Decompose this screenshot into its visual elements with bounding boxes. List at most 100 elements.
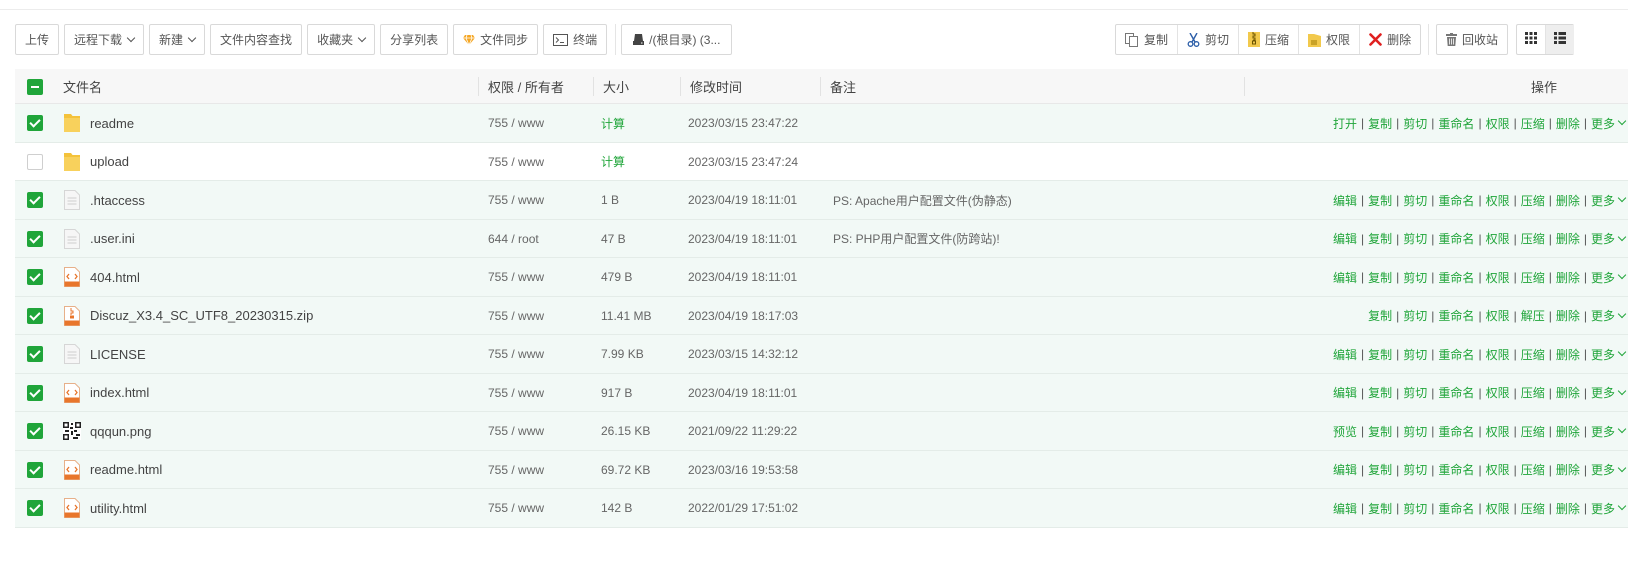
- favorites-button[interactable]: 收藏夹: [307, 24, 376, 55]
- row-checkbox[interactable]: [27, 153, 43, 170]
- action-permission[interactable]: 权限: [1486, 346, 1510, 363]
- action-rename[interactable]: 重命名: [1438, 192, 1474, 209]
- file-permission[interactable]: 755 / www: [488, 451, 544, 489]
- col-perm[interactable]: 权限 / 所有者: [488, 69, 564, 104]
- action-rename[interactable]: 重命名: [1438, 115, 1474, 132]
- action-copy[interactable]: 复制: [1368, 192, 1392, 209]
- table-row[interactable]: qqqun.png 755 / www 26.15 KB 2021/09/22 11:…: [15, 412, 1628, 451]
- action-rename[interactable]: 重命名: [1438, 230, 1474, 247]
- action-delete[interactable]: 删除: [1556, 461, 1580, 478]
- file-sync-button[interactable]: 文件同步: [453, 24, 539, 55]
- table-row[interactable]: utility.html 755 / www 142 B 2022/01/29 17:…: [15, 489, 1628, 528]
- action-compress[interactable]: 压缩: [1521, 346, 1545, 363]
- batch-delete-button[interactable]: 删除: [1360, 25, 1420, 54]
- col-mtime[interactable]: 修改时间: [690, 69, 742, 104]
- action-permission[interactable]: 权限: [1486, 115, 1510, 132]
- action-cut[interactable]: 剪切: [1403, 192, 1427, 209]
- file-name-cell[interactable]: readme: [63, 104, 134, 142]
- file-permission[interactable]: 755 / www: [488, 412, 544, 450]
- action-more[interactable]: 更多: [1591, 269, 1615, 286]
- action-compress[interactable]: 压缩: [1521, 192, 1545, 209]
- remote-download-button[interactable]: 远程下载: [64, 24, 145, 55]
- action-copy[interactable]: 复制: [1368, 230, 1392, 247]
- action-copy[interactable]: 复制: [1368, 384, 1392, 401]
- action-rename[interactable]: 重命名: [1438, 307, 1474, 324]
- action-delete[interactable]: 删除: [1556, 307, 1580, 324]
- action-open[interactable]: 打开: [1333, 115, 1357, 132]
- action-copy[interactable]: 复制: [1368, 115, 1392, 132]
- file-permission[interactable]: 755 / www: [488, 104, 544, 142]
- share-list-button[interactable]: 分享列表: [380, 24, 449, 55]
- action-delete[interactable]: 删除: [1556, 423, 1580, 440]
- action-permission[interactable]: 权限: [1486, 230, 1510, 247]
- file-name[interactable]: .user.ini: [90, 231, 135, 246]
- file-name-cell[interactable]: LICENSE: [63, 335, 146, 373]
- file-permission[interactable]: 755 / www: [488, 297, 544, 335]
- action-permission[interactable]: 权限: [1486, 500, 1510, 517]
- new-button[interactable]: 新建: [149, 24, 206, 55]
- file-permission[interactable]: 644 / root: [488, 220, 539, 258]
- action-copy[interactable]: 复制: [1368, 423, 1392, 440]
- action-more[interactable]: 更多: [1591, 500, 1615, 517]
- table-row[interactable]: readme 755 / www 计算 2023/03/15 23:47:22 打开 | 复…: [15, 104, 1628, 143]
- action-cut[interactable]: 剪切: [1403, 269, 1427, 286]
- action-permission[interactable]: 权限: [1486, 192, 1510, 209]
- action-cut[interactable]: 剪切: [1403, 423, 1427, 440]
- file-name[interactable]: LICENSE: [90, 347, 146, 362]
- file-name[interactable]: readme: [90, 116, 134, 131]
- row-checkbox[interactable]: [27, 115, 43, 131]
- action-copy[interactable]: 复制: [1368, 307, 1392, 324]
- action-edit[interactable]: 编辑: [1333, 461, 1357, 478]
- action-delete[interactable]: 删除: [1556, 230, 1580, 247]
- action-rename[interactable]: 重命名: [1438, 423, 1474, 440]
- action-cut[interactable]: 剪切: [1403, 230, 1427, 247]
- action-extract[interactable]: 解压: [1521, 307, 1545, 324]
- batch-permission-button[interactable]: 权限: [1299, 25, 1361, 54]
- action-delete[interactable]: 删除: [1556, 269, 1580, 286]
- grid-view-button[interactable]: [1517, 25, 1546, 54]
- content-search-button[interactable]: 文件内容查找: [210, 24, 303, 55]
- action-edit[interactable]: 编辑: [1333, 230, 1357, 247]
- action-compress[interactable]: 压缩: [1521, 230, 1545, 247]
- action-rename[interactable]: 重命名: [1438, 384, 1474, 401]
- row-checkbox[interactable]: [27, 384, 43, 401]
- action-compress[interactable]: 压缩: [1521, 115, 1545, 132]
- action-cut[interactable]: 剪切: [1403, 307, 1427, 324]
- table-row[interactable]: .htaccess 755 / www 1 B 2023/04/19 18:11:01…: [15, 181, 1628, 220]
- file-permission[interactable]: 755 / www: [488, 181, 544, 219]
- file-name[interactable]: index.html: [90, 385, 149, 400]
- action-compress[interactable]: 压缩: [1521, 461, 1545, 478]
- file-permission[interactable]: 755 / www: [488, 489, 544, 527]
- action-compress[interactable]: 压缩: [1521, 269, 1545, 286]
- table-row[interactable]: readme.html 755 / www 69.72 KB 2023/03/16 1…: [15, 450, 1628, 489]
- file-permission[interactable]: 755 / www: [488, 374, 544, 412]
- file-permission[interactable]: 755 / www: [488, 335, 544, 373]
- file-name[interactable]: 404.html: [90, 270, 140, 285]
- action-compress[interactable]: 压缩: [1521, 384, 1545, 401]
- batch-compress-button[interactable]: 压缩: [1239, 25, 1300, 54]
- action-permission[interactable]: 权限: [1486, 384, 1510, 401]
- action-edit[interactable]: 编辑: [1333, 346, 1357, 363]
- action-copy[interactable]: 复制: [1368, 461, 1392, 478]
- table-row[interactable]: 404.html 755 / www 479 B 2023/04/19 18:11:0…: [15, 258, 1628, 297]
- action-more[interactable]: 更多: [1591, 423, 1615, 440]
- action-delete[interactable]: 删除: [1556, 115, 1580, 132]
- batch-cut-button[interactable]: 剪切: [1178, 25, 1240, 54]
- table-row[interactable]: LICENSE 755 / www 7.99 KB 2023/03/15 14:32:…: [15, 335, 1628, 374]
- table-row[interactable]: upload 755 / www 计算 2023/03/15 23:47:24: [15, 143, 1628, 181]
- action-copy[interactable]: 复制: [1368, 269, 1392, 286]
- file-size[interactable]: 计算: [601, 143, 625, 181]
- col-size[interactable]: 大小: [603, 69, 629, 104]
- action-compress[interactable]: 压缩: [1521, 500, 1545, 517]
- terminal-button[interactable]: 终端: [543, 24, 608, 55]
- row-checkbox[interactable]: [27, 461, 43, 478]
- table-row[interactable]: .user.ini 644 / root 47 B 2023/04/19 18:11:…: [15, 219, 1628, 258]
- action-more[interactable]: 更多: [1591, 307, 1615, 324]
- file-name-cell[interactable]: index.html: [63, 374, 149, 412]
- file-name[interactable]: upload: [90, 154, 129, 169]
- file-name[interactable]: .htaccess: [90, 193, 145, 208]
- action-delete[interactable]: 删除: [1556, 192, 1580, 209]
- action-permission[interactable]: 权限: [1486, 269, 1510, 286]
- file-size[interactable]: 计算: [601, 104, 625, 142]
- list-view-button[interactable]: [1546, 25, 1574, 54]
